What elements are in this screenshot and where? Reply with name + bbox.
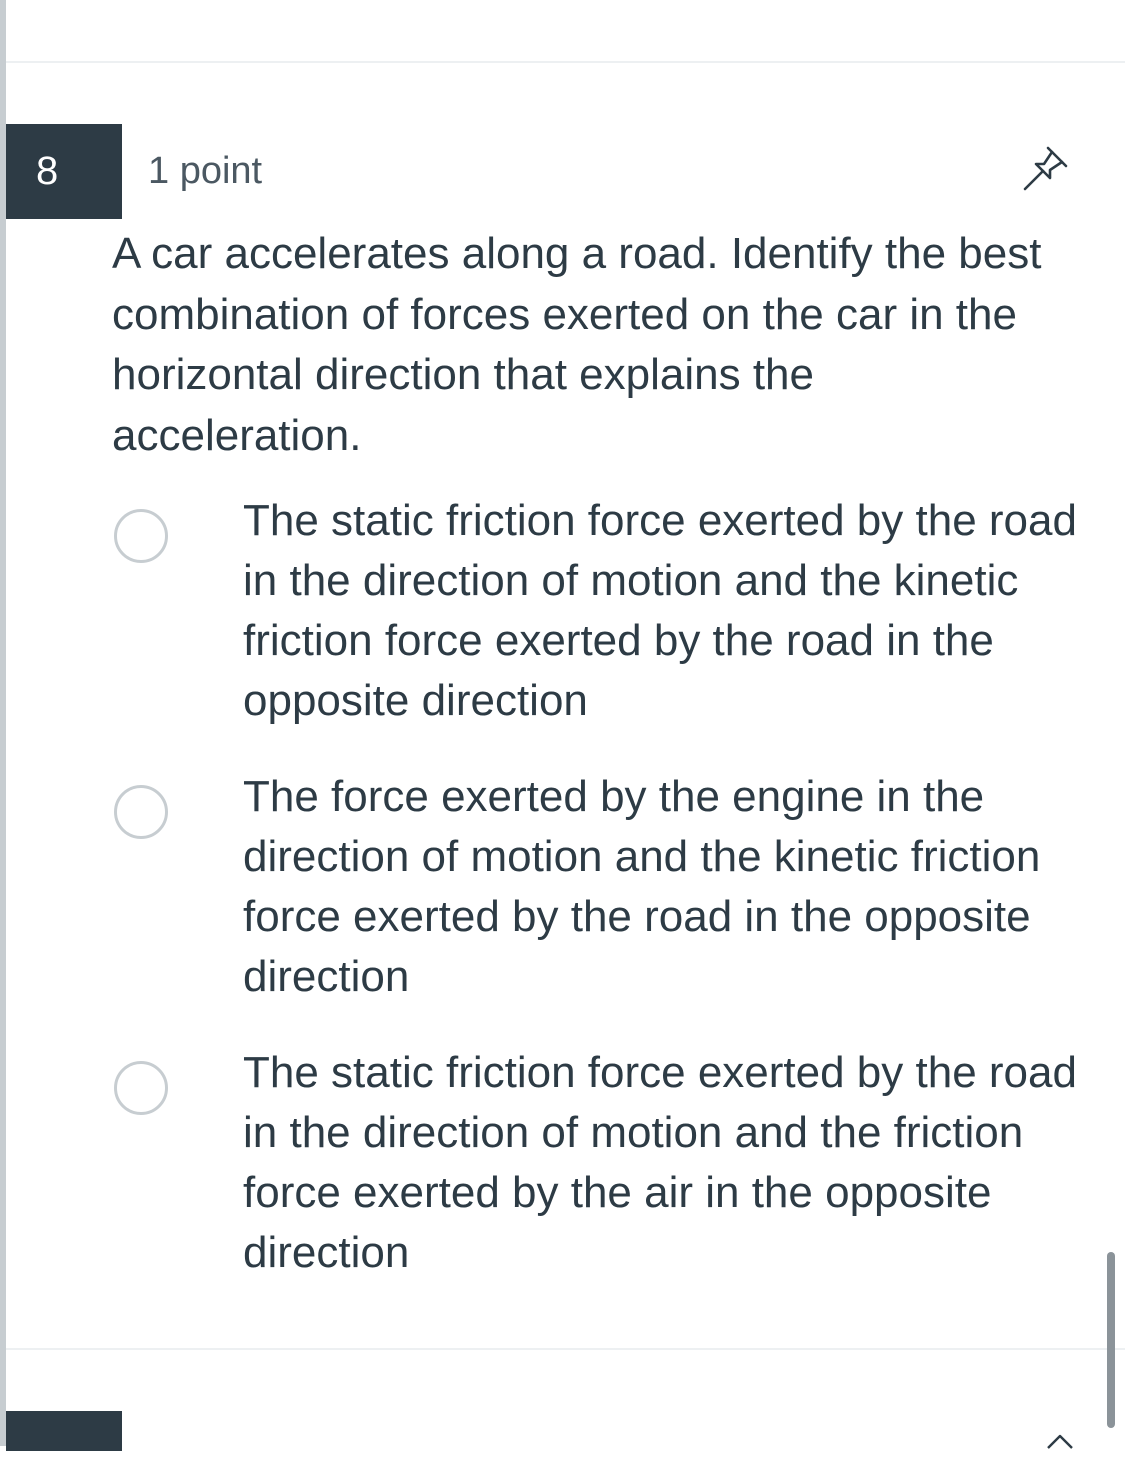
- answer-option-label[interactable]: The static friction force exerted by the…: [243, 1043, 1093, 1283]
- next-question-number-badge: [6, 1411, 122, 1451]
- answer-option-label[interactable]: The static friction force exerted by the…: [243, 491, 1093, 731]
- question-points: 1 point: [148, 150, 263, 192]
- radio-button[interactable]: [114, 509, 168, 563]
- radio-button[interactable]: [114, 1061, 168, 1115]
- pin-icon[interactable]: [1018, 140, 1074, 196]
- scrollbar-thumb[interactable]: [1107, 1252, 1115, 1428]
- question-number-badge: 8: [6, 124, 122, 219]
- pin-icon[interactable]: [1030, 1428, 1076, 1458]
- question-prompt: A car accelerates along a road. Identify…: [112, 229, 1042, 460]
- answer-option-label[interactable]: The force exerted by the engine in the d…: [243, 767, 1093, 1007]
- radio-button[interactable]: [114, 785, 168, 839]
- top-divider: [6, 61, 1125, 63]
- bottom-divider: [6, 1348, 1125, 1350]
